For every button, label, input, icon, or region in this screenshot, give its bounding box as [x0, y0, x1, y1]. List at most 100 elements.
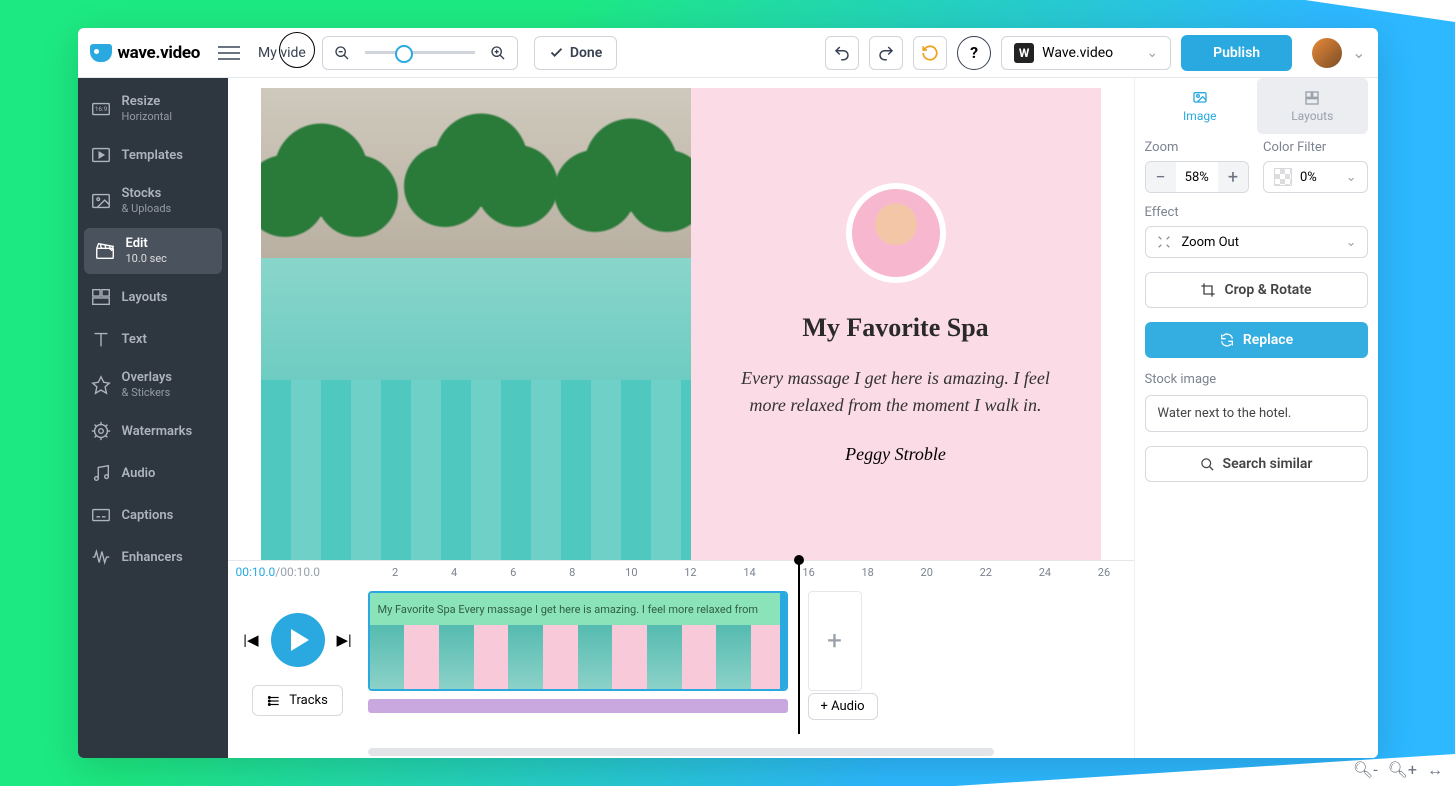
sidebar-item-title: Layouts	[122, 290, 168, 305]
playhead[interactable]	[798, 561, 800, 734]
effect-dropdown[interactable]: Zoom Out ⌄	[1145, 226, 1368, 258]
publish-label: Publish	[1213, 45, 1260, 61]
ruler-mark: 12	[661, 566, 720, 579]
sidebar-item-sub: & Uploads	[122, 202, 172, 215]
image-icon	[1188, 90, 1212, 106]
ruler-mark: 16	[779, 566, 838, 579]
stock-image-value[interactable]: Water next to the hotel.	[1145, 395, 1368, 432]
testimonial-avatar	[846, 183, 946, 283]
ruler-mark: 22	[956, 566, 1015, 579]
zoom-out-effect-icon	[1156, 234, 1172, 250]
audio-track[interactable]	[368, 699, 788, 713]
gear-icon	[90, 420, 112, 442]
captions-icon	[90, 504, 112, 526]
help-button[interactable]: ?	[957, 36, 991, 70]
right-tabs: Image Layouts	[1145, 78, 1368, 134]
sidebar-item-captions[interactable]: Captions	[78, 494, 228, 536]
ruler-mark: 8	[543, 566, 602, 579]
zoom-in-icon[interactable]	[485, 40, 511, 66]
sidebar-item-text[interactable]: Text	[78, 318, 228, 360]
sidebar-item-title: Audio	[122, 466, 156, 481]
clapper-icon	[94, 240, 116, 262]
tab-image[interactable]: Image	[1145, 78, 1256, 134]
chevron-down-icon: ⌄	[1346, 170, 1357, 185]
add-audio-button[interactable]: + Audio	[808, 693, 878, 720]
sidebar-item-overlays[interactable]: Overlays& Stickers	[78, 360, 228, 410]
zoom-out-icon[interactable]	[329, 40, 355, 66]
tracks-label: Tracks	[289, 693, 328, 708]
layouts-icon	[1300, 90, 1324, 106]
sidebar-item-sub: Horizontal	[122, 110, 173, 123]
top-bar: wave.video My vide Done ?	[78, 28, 1378, 78]
workspace-dropdown[interactable]: W Wave.video ⌄	[1001, 36, 1171, 70]
tab-layouts[interactable]: Layouts	[1257, 78, 1368, 134]
zoom-decrease-button[interactable]: −	[1146, 162, 1176, 192]
zoom-stepper: − 58% +	[1145, 161, 1250, 193]
timeline-tracks[interactable]: My Favorite Spa Every massage I get here…	[368, 583, 1134, 746]
logo-mark-icon	[90, 44, 112, 62]
ruler-mark: 2	[366, 566, 425, 579]
left-sidebar: 16:9ResizeHorizontalTemplatesStocks& Upl…	[78, 78, 228, 758]
templates-icon	[90, 144, 112, 166]
timeline-ruler[interactable]: 2468101214161820222426	[366, 566, 1134, 579]
play-button[interactable]	[271, 613, 325, 667]
user-menu-chevron-icon[interactable]: ⌄	[1352, 43, 1365, 62]
redo-button[interactable]	[869, 36, 903, 70]
color-filter-label: Color Filter	[1263, 140, 1368, 155]
sidebar-item-title: Resize	[122, 94, 173, 109]
search-similar-button[interactable]: Search similar	[1145, 446, 1368, 482]
sidebar-item-enhancers[interactable]: Enhancers	[78, 536, 228, 578]
canvas-area: My Favorite Spa Every massage I get here…	[228, 78, 1134, 758]
sidebar-item-audio[interactable]: Audio	[78, 452, 228, 494]
canvas-frame[interactable]: My Favorite Spa Every massage I get here…	[261, 88, 1101, 560]
effect-label: Effect	[1145, 205, 1368, 220]
project-name[interactable]: My vide	[258, 45, 306, 61]
menu-icon[interactable]	[218, 46, 240, 60]
brand-name: wave.video	[118, 43, 201, 63]
crop-rotate-button[interactable]: Crop & Rotate	[1145, 272, 1368, 308]
clip-thumbnails	[370, 625, 786, 691]
sidebar-item-title: Text	[122, 332, 147, 347]
time-current: 00:10.0	[236, 565, 276, 579]
add-scene-button[interactable]: +	[808, 591, 862, 691]
sidebar-item-stocks[interactable]: Stocks& Uploads	[78, 176, 228, 226]
skip-start-button[interactable]: |◀	[243, 631, 258, 649]
ruler-mark: 20	[897, 566, 956, 579]
effect-value: Zoom Out	[1182, 235, 1239, 250]
video-clip[interactable]: My Favorite Spa Every massage I get here…	[368, 591, 788, 691]
undo-button[interactable]	[825, 36, 859, 70]
done-button[interactable]: Done	[534, 36, 617, 70]
canvas-text-panel[interactable]: My Favorite Spa Every massage I get here…	[691, 88, 1101, 560]
ruler-mark: 14	[720, 566, 779, 579]
publish-button[interactable]: Publish	[1181, 35, 1292, 71]
color-filter-dropdown[interactable]: 0% ⌄	[1263, 161, 1368, 193]
wave-icon	[90, 546, 112, 568]
tab-image-label: Image	[1183, 109, 1216, 123]
user-avatar[interactable]	[1312, 38, 1342, 68]
text-icon	[90, 328, 112, 350]
replace-button[interactable]: Replace	[1145, 322, 1368, 358]
workspace-badge: W	[1014, 43, 1034, 63]
zoom-slider[interactable]	[365, 51, 475, 54]
sidebar-item-watermarks[interactable]: Watermarks	[78, 410, 228, 452]
sidebar-item-resize[interactable]: 16:9ResizeHorizontal	[78, 84, 228, 134]
clip-trim-handle[interactable]	[780, 591, 788, 691]
canvas-zoom-group	[322, 36, 518, 70]
skip-end-button[interactable]: ▶|	[337, 631, 352, 649]
brand-logo[interactable]: wave.video	[90, 43, 201, 63]
zoom-increase-button[interactable]: +	[1218, 162, 1248, 192]
sidebar-item-templates[interactable]: Templates	[78, 134, 228, 176]
checker-icon	[1274, 168, 1292, 186]
replace-icon	[1219, 332, 1235, 348]
tracks-button[interactable]: Tracks	[252, 685, 343, 716]
sidebar-item-edit[interactable]: Edit10.0 sec	[84, 228, 222, 274]
canvas-title: My Favorite Spa	[802, 313, 988, 343]
canvas-top: My Favorite Spa Every massage I get here…	[228, 78, 1134, 560]
canvas-image[interactable]	[261, 88, 691, 560]
refresh-button[interactable]	[913, 36, 947, 70]
timeline-scrollbar[interactable]	[368, 748, 994, 756]
sidebar-item-layouts[interactable]: Layouts	[78, 276, 228, 318]
ruler-mark: 6	[484, 566, 543, 579]
crop-icon	[1200, 282, 1216, 298]
image-icon	[90, 190, 112, 212]
